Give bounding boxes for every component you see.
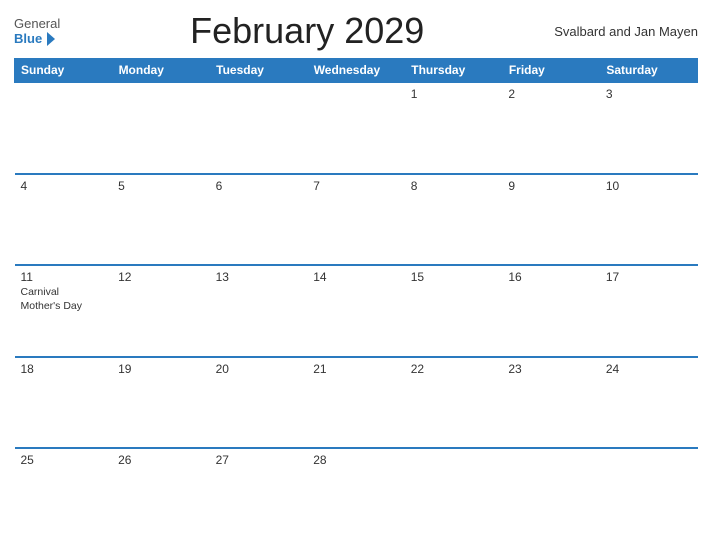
- calendar-cell: 28: [307, 448, 405, 540]
- logo-blue-text: Blue: [14, 31, 42, 46]
- calendar-cell: 1: [405, 82, 503, 174]
- day-number: 25: [21, 453, 107, 467]
- day-number: 19: [118, 362, 204, 376]
- day-number: 13: [216, 270, 302, 284]
- day-headers-row: SundayMondayTuesdayWednesdayThursdayFrid…: [15, 59, 698, 83]
- calendar-cell: 25: [15, 448, 113, 540]
- day-number: 17: [606, 270, 692, 284]
- day-number: 24: [606, 362, 692, 376]
- calendar-event: Carnival: [21, 286, 107, 300]
- day-number: 12: [118, 270, 204, 284]
- week-row: 456789 10: [15, 174, 698, 266]
- calendar-cell: 11 CarnivalMother's Day: [15, 265, 113, 357]
- day-number: 1: [411, 87, 497, 101]
- calendar-title: February 2029: [60, 10, 554, 52]
- calendar-cell: 15: [405, 265, 503, 357]
- day-header-friday: Friday: [502, 59, 600, 83]
- calendar-cell: 2: [502, 82, 600, 174]
- day-number: 11: [21, 270, 107, 284]
- calendar-cell: 9: [502, 174, 600, 266]
- calendar-cell: [210, 82, 308, 174]
- calendar-cell: [502, 448, 600, 540]
- day-number: 2: [508, 87, 594, 101]
- day-number: 6: [216, 179, 302, 193]
- calendar-cell: 13: [210, 265, 308, 357]
- day-header-monday: Monday: [112, 59, 210, 83]
- week-row: 11 CarnivalMother's Day 12 13 14 15 16 17: [15, 265, 698, 357]
- calendar-cell: 12: [112, 265, 210, 357]
- calendar-cell: [600, 448, 698, 540]
- logo-general-text: General: [14, 16, 60, 31]
- calendar-cell: 26: [112, 448, 210, 540]
- logo: General Blue: [14, 16, 60, 46]
- calendar-cell: 18: [15, 357, 113, 449]
- calendar-cell: [15, 82, 113, 174]
- calendar-cell: 23: [502, 357, 600, 449]
- day-header-saturday: Saturday: [600, 59, 698, 83]
- day-number: 15: [411, 270, 497, 284]
- day-number: 16: [508, 270, 594, 284]
- day-number: 23: [508, 362, 594, 376]
- week-row: 123: [15, 82, 698, 174]
- day-number: 7: [313, 179, 399, 193]
- day-number: 21: [313, 362, 399, 376]
- day-number: 8: [411, 179, 497, 193]
- logo-blue-row: Blue: [14, 31, 55, 46]
- calendar-cell: 8: [405, 174, 503, 266]
- region-label: Svalbard and Jan Mayen: [554, 24, 698, 39]
- day-number: 20: [216, 362, 302, 376]
- calendar-cell: [405, 448, 503, 540]
- calendar-cell: [112, 82, 210, 174]
- day-number: 26: [118, 453, 204, 467]
- calendar-cell: 21: [307, 357, 405, 449]
- calendar-cell: 19: [112, 357, 210, 449]
- day-number: 4: [21, 179, 107, 193]
- calendar-cell: 16: [502, 265, 600, 357]
- calendar-cell: 10: [600, 174, 698, 266]
- day-number: 10: [606, 179, 692, 193]
- calendar-cell: 27: [210, 448, 308, 540]
- logo-triangle-icon: [47, 32, 55, 46]
- day-number: 14: [313, 270, 399, 284]
- calendar-cell: 24: [600, 357, 698, 449]
- day-number: 5: [118, 179, 204, 193]
- day-header-wednesday: Wednesday: [307, 59, 405, 83]
- day-header-tuesday: Tuesday: [210, 59, 308, 83]
- calendar-cell: 20: [210, 357, 308, 449]
- calendar-cell: [307, 82, 405, 174]
- calendar-cell: 5: [112, 174, 210, 266]
- calendar-cell: 6: [210, 174, 308, 266]
- day-number: 3: [606, 87, 692, 101]
- calendar-table: SundayMondayTuesdayWednesdayThursdayFrid…: [14, 58, 698, 540]
- day-header-thursday: Thursday: [405, 59, 503, 83]
- week-row: 25 26 27 28: [15, 448, 698, 540]
- day-number: 27: [216, 453, 302, 467]
- calendar-cell: 17: [600, 265, 698, 357]
- day-number: 28: [313, 453, 399, 467]
- calendar-event: Mother's Day: [21, 300, 107, 314]
- calendar-cell: 3: [600, 82, 698, 174]
- calendar-cell: 4: [15, 174, 113, 266]
- week-row: 18 19 20 21 22 23 24: [15, 357, 698, 449]
- day-number: 9: [508, 179, 594, 193]
- day-number: 22: [411, 362, 497, 376]
- calendar-cell: 14: [307, 265, 405, 357]
- calendar-cell: 22: [405, 357, 503, 449]
- day-header-sunday: Sunday: [15, 59, 113, 83]
- calendar-header: General Blue February 2029 Svalbard and …: [14, 10, 698, 52]
- calendar-cell: 7: [307, 174, 405, 266]
- day-number: 18: [21, 362, 107, 376]
